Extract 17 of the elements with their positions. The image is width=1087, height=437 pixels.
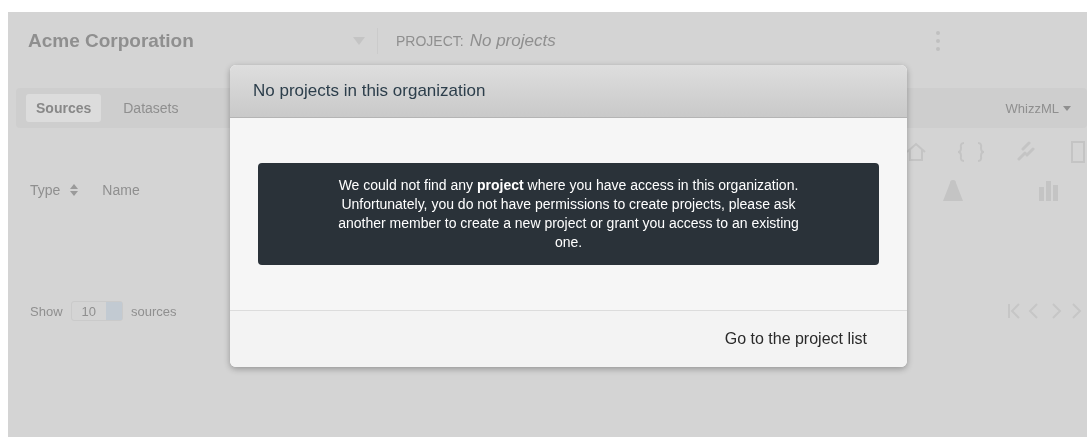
dialog-title: No projects in this organization	[253, 81, 486, 101]
column-header[interactable]: Type	[30, 182, 61, 198]
show-label: Show	[30, 303, 63, 319]
project-value[interactable]: No projects	[469, 31, 556, 51]
page-size-select[interactable]: 10	[70, 301, 123, 321]
home-icon[interactable]	[905, 142, 927, 162]
message-text: We could not find any project where you have access in this organization. Unfortunately, you do not have permissions to create projects, please ask another member to create a new project or grant you access to an existing one.	[337, 176, 800, 252]
tab[interactable]: Sources	[26, 94, 102, 122]
whizzml-menu[interactable]: WhizzML	[999, 99, 1077, 117]
caret-icon	[1063, 105, 1071, 111]
unit-label: sources	[131, 303, 177, 319]
sort-icon[interactable]	[70, 184, 79, 196]
column-header[interactable]: Name	[102, 182, 140, 198]
project-list-link[interactable]: Go to the project list	[724, 330, 867, 348]
project-label: PROJECT:	[396, 33, 464, 49]
organization-name[interactable]: Acme Corporation	[28, 30, 353, 52]
tab[interactable]: Datasets	[113, 94, 189, 122]
